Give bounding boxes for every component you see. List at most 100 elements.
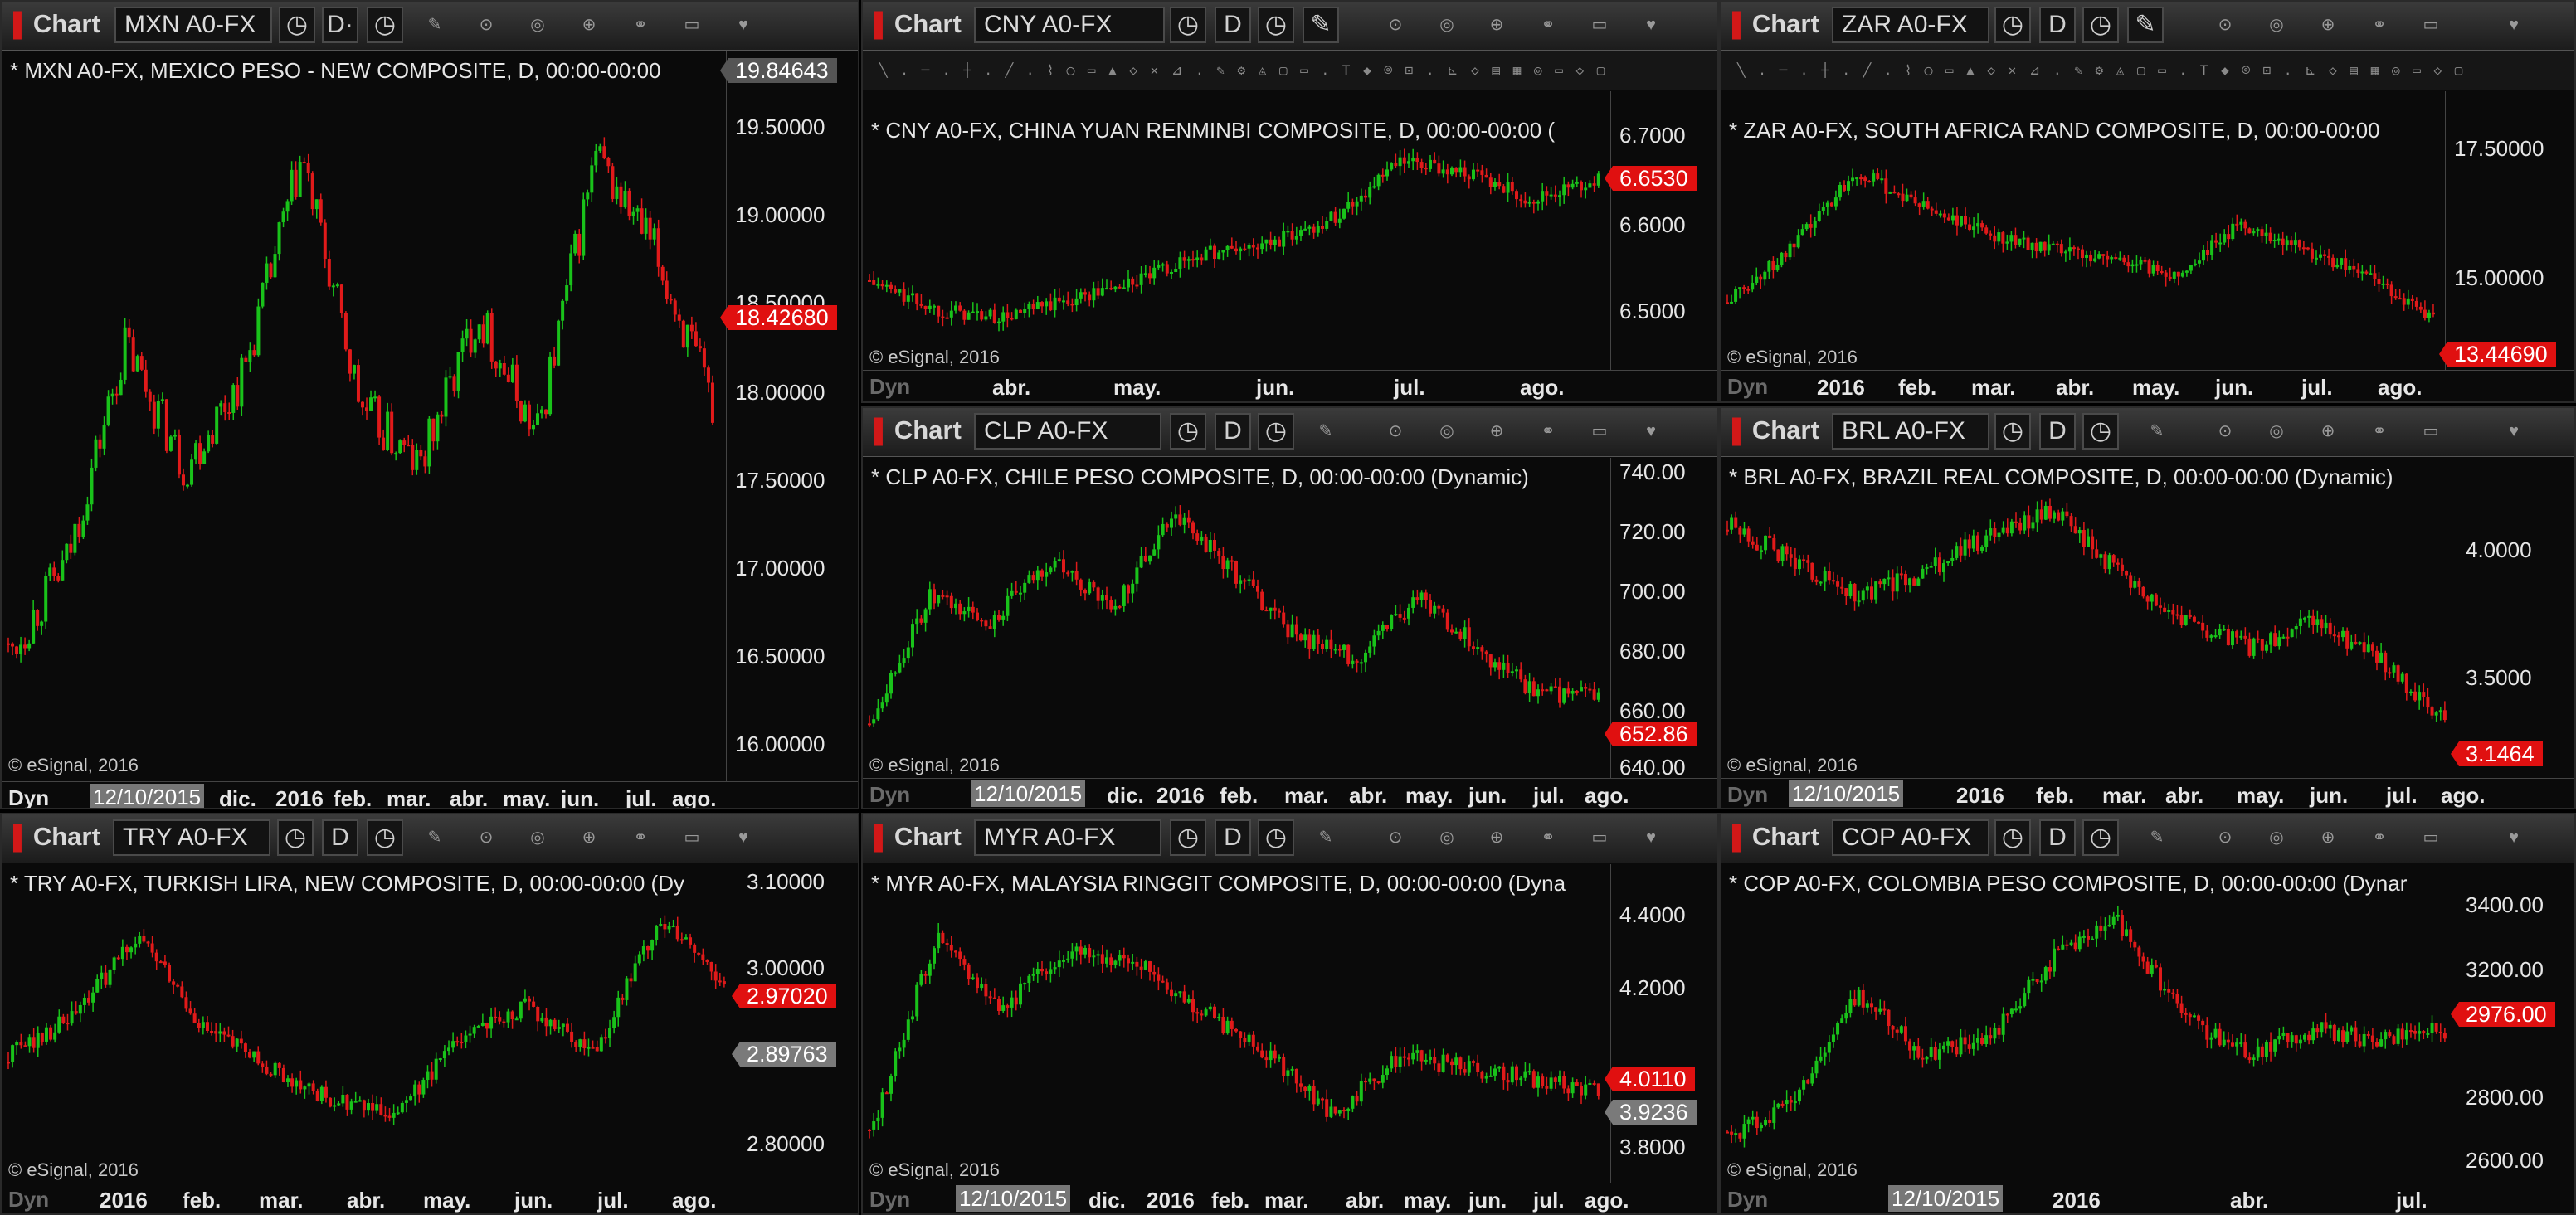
clock-icon[interactable]: ◷ bbox=[367, 819, 403, 856]
symbol-input[interactable]: TRY A0-FX bbox=[113, 819, 270, 856]
interval-clock-icon[interactable]: ◷ bbox=[1170, 819, 1206, 856]
price-axis[interactable]: 4.4000 4.2000 3.8000 4.0110 3.9236 bbox=[1605, 864, 1717, 1183]
dyn-label[interactable]: Dyn bbox=[1727, 1187, 1768, 1213]
symbol-input[interactable]: MXN A0-FX · bbox=[114, 7, 272, 71]
window-icon[interactable]: ▭ bbox=[1590, 421, 1609, 441]
interval-button[interactable]: D bbox=[1215, 413, 1251, 450]
window-icon[interactable]: ▭ bbox=[2421, 421, 2441, 441]
twitter-icon[interactable]: ♥ bbox=[733, 828, 753, 848]
target-icon[interactable]: ◎ bbox=[528, 828, 548, 848]
drawing-toolbar[interactable]: ╲ . ─ . ┼ . ╱ . ⌇ ◯ ▭ ▲ ◇ ✕ ⊿ . ✎ ⚙ ◬ ▢ … bbox=[1721, 51, 2574, 90]
clock-icon[interactable]: ◷ bbox=[1258, 413, 1294, 450]
target-icon[interactable]: ◎ bbox=[2267, 15, 2286, 35]
window-icon[interactable]: ▭ bbox=[682, 15, 702, 35]
clock-icon[interactable]: ◷ bbox=[2082, 413, 2119, 450]
window-icon[interactable]: ▭ bbox=[2421, 828, 2441, 848]
cursor-icon[interactable]: ⊙ bbox=[2215, 15, 2235, 35]
cursor-icon[interactable]: ⊙ bbox=[1385, 15, 1405, 35]
interval-button[interactable]: D bbox=[1215, 7, 1251, 43]
pencil-icon[interactable]: ✎ bbox=[2127, 7, 2164, 43]
target-icon[interactable]: ◎ bbox=[2267, 828, 2286, 848]
clock-icon[interactable]: ◷ bbox=[1258, 7, 1294, 43]
time-axis[interactable]: Dyn 12/10/2015 dic. 2016 feb. mar. abr. … bbox=[863, 1183, 1717, 1213]
window-icon[interactable]: ▭ bbox=[1590, 15, 1609, 35]
symbol-input[interactable]: CNY A0-FX bbox=[974, 7, 1165, 43]
cursor-icon[interactable]: ⊙ bbox=[2215, 421, 2235, 441]
cursor-icon[interactable]: ⊙ bbox=[1385, 421, 1405, 441]
symbol-input[interactable]: BRL A0-FX bbox=[1832, 413, 1989, 450]
cursor-icon[interactable]: ⊙ bbox=[1385, 828, 1405, 848]
price-plot[interactable]: * MXN A0-FX, MEXICO PESO - NEW COMPOSITE… bbox=[2, 51, 727, 781]
link-icon[interactable]: ⚭ bbox=[1538, 15, 1558, 35]
crosshair-icon[interactable]: ⊕ bbox=[2318, 421, 2338, 441]
target-icon[interactable]: ◎ bbox=[1437, 421, 1457, 441]
chart-menu[interactable]: ▌ Chart bbox=[1732, 822, 1819, 852]
price-plot[interactable]: * CNY A0-FX, CHINA YUAN RENMINBI COMPOSI… bbox=[863, 91, 1613, 370]
chart-menu[interactable]: ▌ Chart bbox=[13, 822, 100, 852]
link-icon[interactable]: ⚭ bbox=[631, 828, 650, 848]
price-axis[interactable]: 3.10000 3.00000 2.80000 2.97020 2.89763 bbox=[732, 864, 858, 1183]
link-icon[interactable]: ⚭ bbox=[1538, 828, 1558, 848]
pencil-icon[interactable]: ✎ bbox=[1316, 421, 1336, 441]
interval-clock-icon[interactable]: ◷ bbox=[279, 7, 315, 43]
interval-clock-icon[interactable]: ◷ bbox=[277, 819, 314, 856]
dyn-label[interactable]: Dyn bbox=[1727, 782, 1768, 808]
dyn-label[interactable]: Dyn bbox=[8, 1187, 49, 1213]
interval-clock-icon[interactable]: ◷ bbox=[1994, 413, 2031, 450]
crosshair-icon[interactable]: ⊕ bbox=[2318, 15, 2338, 35]
time-axis[interactable]: Dyn abr. may. jun. jul. ago. bbox=[863, 370, 1717, 401]
window-icon[interactable]: ▭ bbox=[1590, 828, 1609, 848]
link-icon[interactable]: ⚭ bbox=[2369, 15, 2389, 35]
link-icon[interactable]: ⚭ bbox=[631, 15, 650, 35]
clock-icon[interactable]: ◷ bbox=[2082, 819, 2119, 856]
price-plot[interactable]: * CLP A0-FX, CHILE PESO COMPOSITE, D, 00… bbox=[863, 458, 1613, 778]
chart-menu[interactable]: ▌ Chart bbox=[1732, 416, 1819, 445]
interval-button[interactable]: D· bbox=[322, 7, 358, 43]
crosshair-icon[interactable]: ⊕ bbox=[579, 828, 599, 848]
time-axis[interactable]: Dyn 12/10/2015 2016 feb. mar. abr. may. … bbox=[1721, 778, 2574, 808]
target-icon[interactable]: ◎ bbox=[1437, 828, 1457, 848]
link-icon[interactable]: ⚭ bbox=[2369, 828, 2389, 848]
symbol-input[interactable]: MYR A0-FX bbox=[974, 819, 1161, 856]
clock-icon[interactable]: ◷ bbox=[2082, 7, 2119, 43]
pencil-icon[interactable]: ✎ bbox=[425, 828, 445, 848]
price-axis[interactable]: 17.50000 15.00000 13.44690 bbox=[2439, 91, 2574, 370]
twitter-icon[interactable]: ♥ bbox=[2504, 828, 2524, 848]
symbol-input[interactable]: CLP A0-FX bbox=[974, 413, 1161, 450]
interval-clock-icon[interactable]: ◷ bbox=[1994, 7, 2031, 43]
drawing-toolbar[interactable]: ╲ . ─ . ┼ . ╱ . ⌇ ◯ ▭ ▲ ◇ ✕ ⊿ . ✎ ⚙ ◬ ▢ … bbox=[863, 51, 1717, 90]
interval-button[interactable]: D bbox=[1215, 819, 1251, 856]
price-plot[interactable]: * MYR A0-FX, MALAYSIA RINGGIT COMPOSITE,… bbox=[863, 864, 1613, 1183]
twitter-icon[interactable]: ♥ bbox=[2504, 421, 2524, 441]
pencil-icon[interactable]: ✎ bbox=[1303, 7, 1339, 43]
price-plot[interactable]: * COP A0-FX, COLOMBIA PESO COMPOSITE, D,… bbox=[1721, 864, 2459, 1183]
interval-clock-icon[interactable]: ◷ bbox=[1994, 819, 2031, 856]
price-plot[interactable]: * TRY A0-FX, TURKISH LIRA, NEW COMPOSITE… bbox=[2, 864, 738, 1183]
cursor-icon[interactable]: ⊙ bbox=[476, 15, 496, 35]
pencil-icon[interactable]: ✎ bbox=[425, 15, 445, 35]
chart-menu[interactable]: ▌ Chart bbox=[874, 416, 962, 445]
chart-panel-cop[interactable]: ▌ Chart COP A0-FX ◷ D ◷ ✎ ⊙ ◎ ⊕ ⚭ ▭ ♥ * C… bbox=[1719, 813, 2576, 1215]
cursor-icon[interactable]: ⊙ bbox=[476, 828, 496, 848]
interval-button[interactable]: D bbox=[2039, 413, 2076, 450]
dyn-label[interactable]: Dyn bbox=[1727, 374, 1768, 400]
pencil-icon[interactable]: ✎ bbox=[1316, 828, 1336, 848]
chart-panel-brl[interactable]: ▌ Chart BRL A0-FX ◷ D ◷ ✎ ⊙ ◎ ⊕ ⚭ ▭ ♥ * B… bbox=[1719, 406, 2576, 809]
price-plot[interactable]: * BRL A0-FX, BRAZIL REAL COMPOSITE, D, 0… bbox=[1721, 458, 2459, 778]
price-axis[interactable]: 19.84643 19.50000 19.00000 18.50000 18.0… bbox=[720, 51, 858, 781]
price-axis[interactable]: 4.0000 3.5000 3.1464 bbox=[2451, 458, 2574, 778]
target-icon[interactable]: ◎ bbox=[528, 15, 548, 35]
interval-button[interactable]: D bbox=[2039, 7, 2076, 43]
crosshair-icon[interactable]: ⊕ bbox=[1487, 828, 1507, 848]
dyn-label[interactable]: Dyn bbox=[8, 785, 49, 808]
chart-panel-cny[interactable]: ▌ Chart CNY A0-FX ◷ D ◷ ✎ ⊙ ◎ ⊕ ⚭ ▭ ♥ ╲ .… bbox=[861, 0, 1719, 403]
target-icon[interactable]: ◎ bbox=[1437, 15, 1457, 35]
chart-menu[interactable]: ▌ Chart bbox=[1732, 9, 1819, 39]
symbol-input[interactable]: COP A0-FX bbox=[1832, 819, 1989, 856]
link-icon[interactable]: ⚭ bbox=[1538, 421, 1558, 441]
dyn-label[interactable]: Dyn bbox=[869, 374, 910, 400]
clock-icon[interactable]: ◷ bbox=[1258, 819, 1294, 856]
interval-clock-icon[interactable]: ◷ bbox=[1170, 413, 1206, 450]
cursor-icon[interactable]: ⊙ bbox=[2215, 828, 2235, 848]
time-axis[interactable]: Dyn 2016 feb. mar. abr. may. jun. jul. a… bbox=[2, 1183, 858, 1213]
